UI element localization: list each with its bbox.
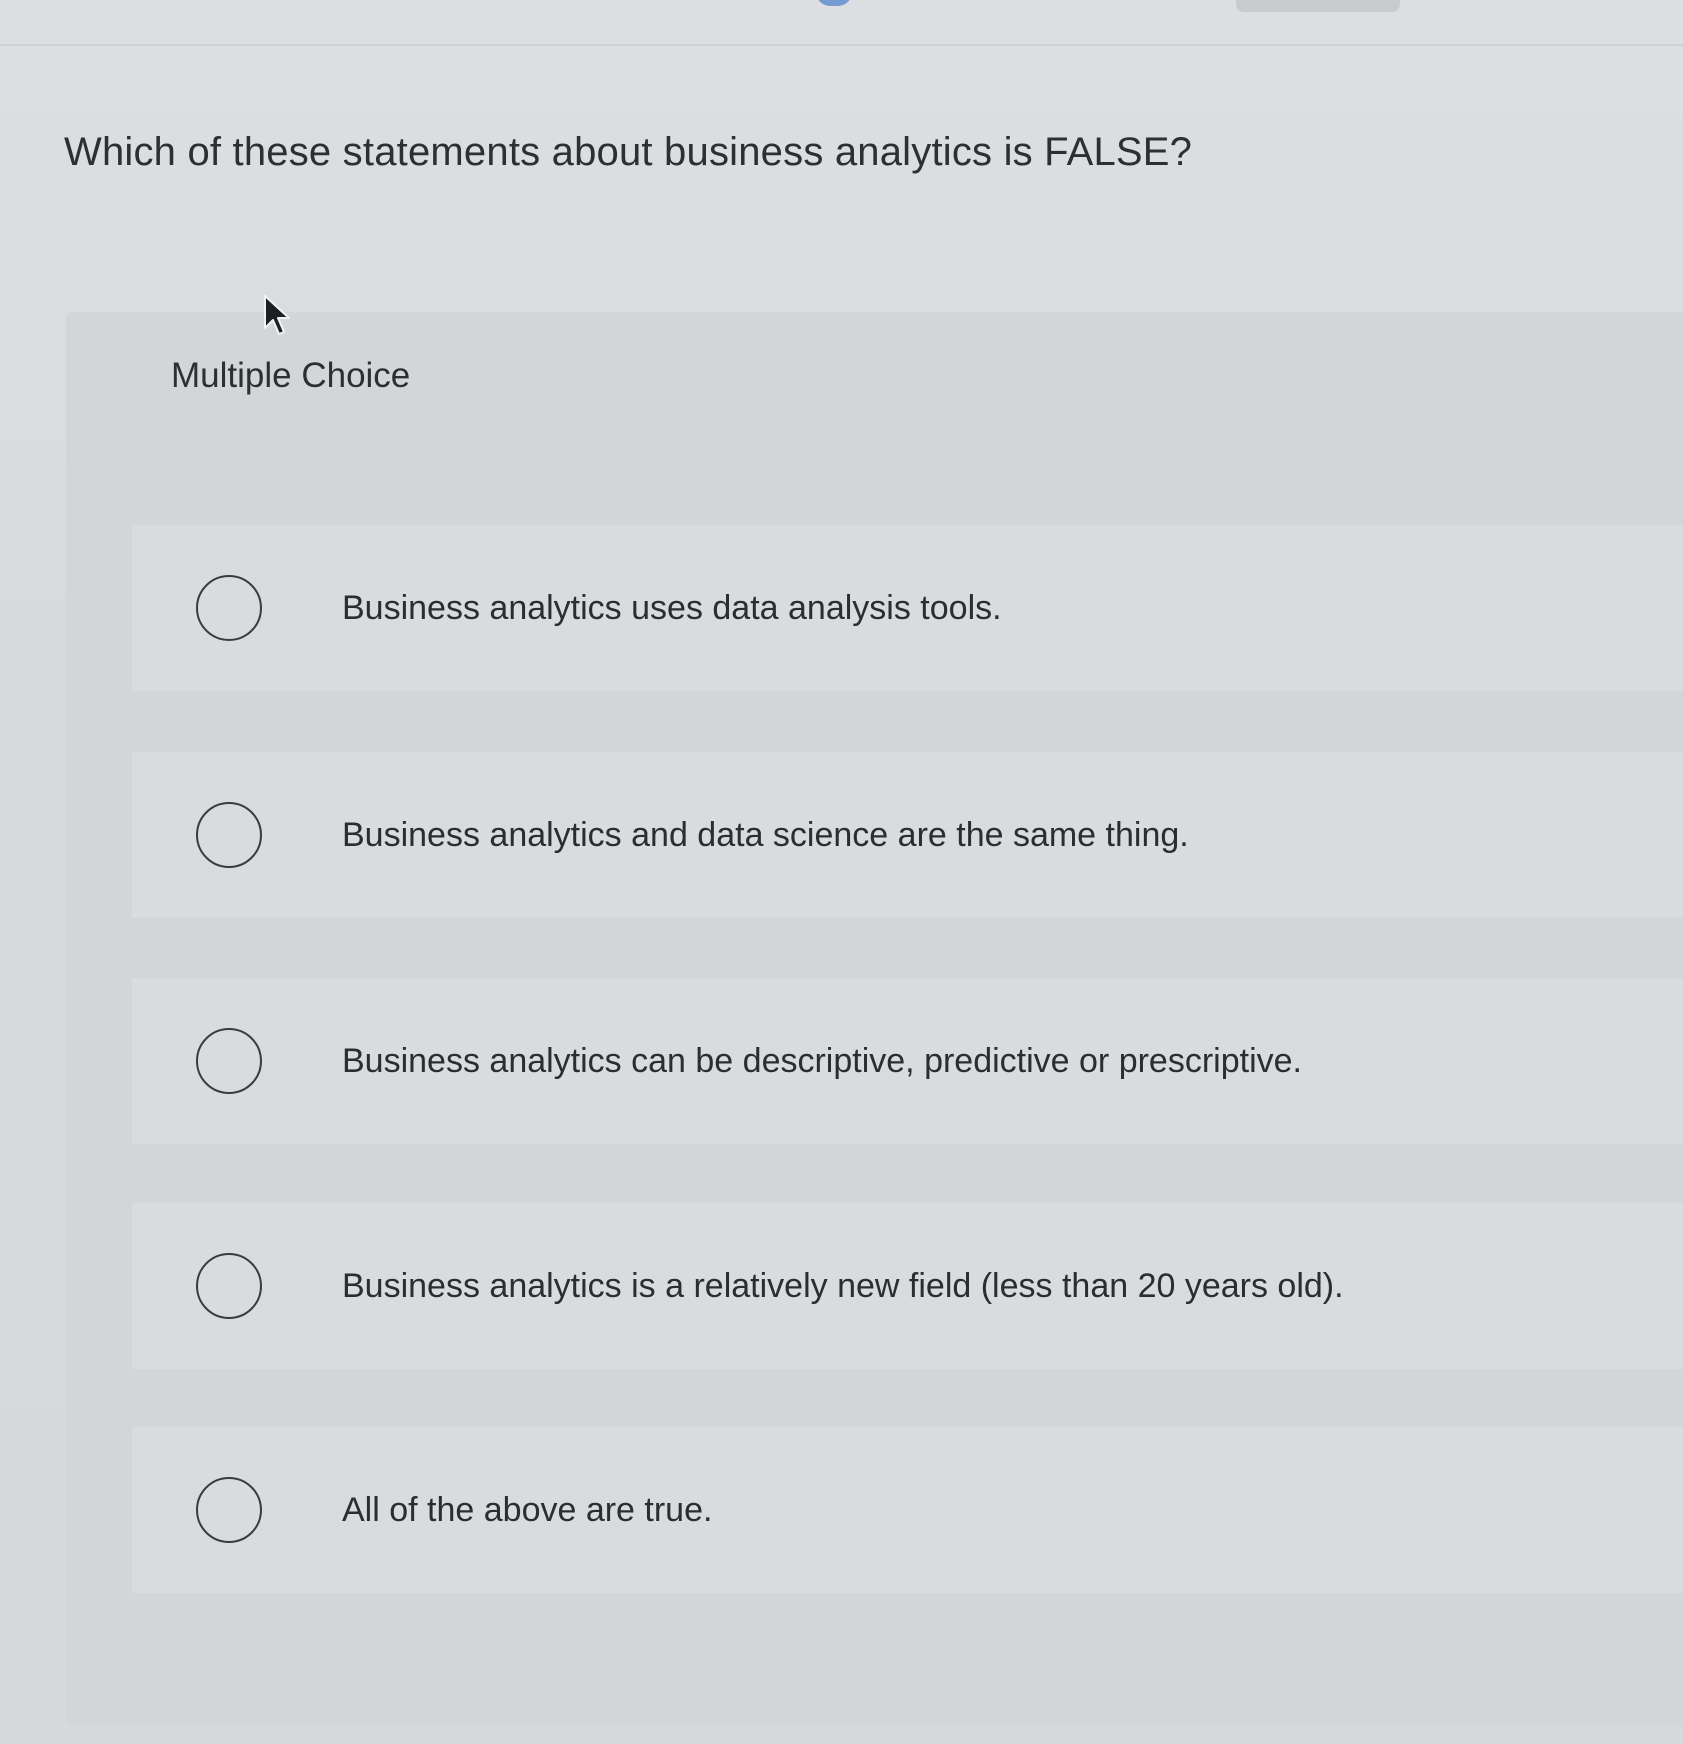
progress-indicator (816, 0, 852, 6)
answer-option-2[interactable]: Business analytics and data science are … (132, 752, 1683, 918)
radio-unselected-icon[interactable] (196, 1477, 262, 1543)
answer-option-label: Business analytics uses data analysis to… (342, 588, 1002, 627)
answer-option-1[interactable]: Business analytics uses data analysis to… (132, 525, 1683, 691)
question-text: Which of these statements about business… (64, 130, 1193, 174)
radio-unselected-icon[interactable] (196, 1253, 262, 1319)
question-type-label: Multiple Choice (171, 356, 411, 395)
top-tab[interactable] (1236, 0, 1400, 12)
answer-option-label: Business analytics and data science are … (342, 815, 1189, 854)
radio-unselected-icon[interactable] (196, 575, 262, 641)
radio-unselected-icon[interactable] (196, 802, 262, 868)
quiz-page: Which of these statements about business… (0, 0, 1683, 1744)
answer-option-5[interactable]: All of the above are true. (132, 1427, 1683, 1593)
top-divider (0, 44, 1683, 46)
answer-option-4[interactable]: Business analytics is a relatively new f… (132, 1203, 1683, 1369)
answer-option-label: All of the above are true. (342, 1490, 713, 1529)
radio-unselected-icon[interactable] (196, 1028, 262, 1094)
mouse-pointer-icon (264, 295, 290, 335)
answer-option-label: Business analytics can be descriptive, p… (342, 1041, 1302, 1080)
answer-option-label: Business analytics is a relatively new f… (342, 1266, 1344, 1305)
answer-option-3[interactable]: Business analytics can be descriptive, p… (132, 978, 1683, 1144)
